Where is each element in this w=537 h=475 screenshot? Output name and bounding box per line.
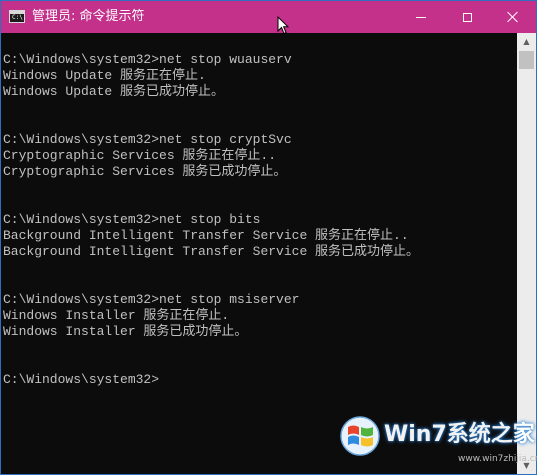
console-line: Windows Update 服务正在停止. (3, 68, 206, 83)
minimize-button[interactable] (398, 1, 444, 33)
mouse-cursor-icon (277, 16, 289, 35)
console-line: Cryptographic Services 服务正在停止.. (3, 148, 277, 163)
maximize-button[interactable] (444, 1, 490, 33)
close-button[interactable] (490, 1, 536, 33)
maximize-icon (462, 12, 472, 22)
watermark-brand-text: Win7系统之家 (384, 422, 535, 447)
close-icon (507, 11, 519, 23)
windows-logo-icon (340, 416, 380, 456)
scroll-up-arrow-icon[interactable]: ▲ (517, 33, 536, 50)
watermark: Win7系统之家 www.win7zhijia.cn (336, 406, 537, 470)
console-line: Cryptographic Services 服务已成功停止。 (3, 164, 287, 179)
window-title: 管理员: 命令提示符 (32, 9, 145, 24)
app-icon-text: C:\. (12, 14, 27, 21)
console-line: Windows Installer 服务正在停止. (3, 308, 230, 323)
scrollbar-thumb[interactable] (519, 51, 534, 69)
watermark-url-text: www.win7zhijia.cn (458, 454, 537, 464)
console-line: Windows Installer 服务已成功停止。 (3, 324, 248, 339)
console-line: C:\Windows\system32>net stop bits (3, 212, 261, 227)
console-line: C:\Windows\system32> (3, 372, 160, 387)
console-line: C:\Windows\system32>net stop msiserver (3, 292, 300, 307)
minimize-icon (416, 16, 426, 18)
console-line: C:\Windows\system32>net stop cryptSvc (3, 132, 292, 147)
command-prompt-icon[interactable]: C:\. (9, 10, 27, 23)
command-prompt-window[interactable]: C:\. 管理员: 命令提示符 C:\Windows\system32>net … (0, 0, 537, 475)
console-line: Background Intelligent Transfer Service … (3, 244, 420, 259)
console-line: C:\Windows\system32>net stop wuauserv (3, 52, 292, 67)
title-bar[interactable]: C:\. 管理员: 命令提示符 (1, 1, 536, 33)
console-line: Background Intelligent Transfer Service … (3, 228, 409, 243)
console-line: Windows Update 服务已成功停止。 (3, 84, 225, 99)
